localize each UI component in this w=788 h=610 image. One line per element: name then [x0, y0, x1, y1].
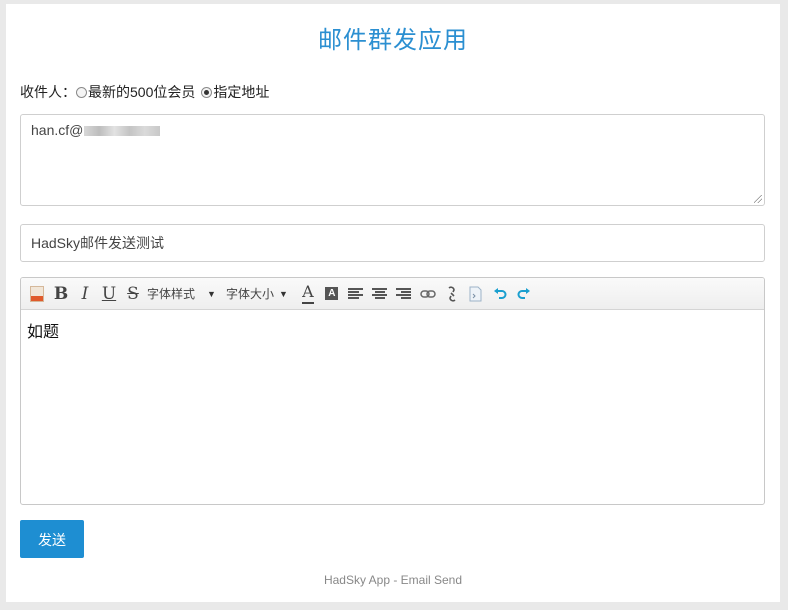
undo-button[interactable]: [490, 283, 510, 305]
redo-button[interactable]: [514, 283, 534, 305]
resize-handle-icon[interactable]: [754, 195, 762, 203]
footer-text: HadSky App - Email Send: [323, 573, 463, 587]
radio-specified-address-label[interactable]: 指定地址: [213, 82, 269, 102]
undo-icon: [493, 287, 507, 299]
bold-button[interactable]: B: [51, 283, 71, 305]
chevron-down-icon: ▼: [278, 288, 288, 299]
radio-specified-address[interactable]: [201, 86, 213, 98]
insert-code-button[interactable]: [466, 283, 486, 305]
redacted-email-blur: [84, 126, 161, 137]
subject-input[interactable]: HadSky邮件发送测试: [20, 224, 765, 262]
background-color-icon: A: [325, 287, 339, 300]
align-right-icon: [396, 287, 412, 300]
align-left-button[interactable]: [346, 283, 366, 305]
italic-button[interactable]: I: [75, 283, 95, 305]
underline-button[interactable]: U: [99, 283, 119, 305]
font-style-select[interactable]: 字体样式 ▼: [147, 285, 216, 302]
unlink-button[interactable]: [442, 283, 462, 305]
html-source-button[interactable]: [27, 283, 47, 305]
unlink-icon: [448, 285, 456, 302]
align-left-icon: [348, 287, 364, 300]
link-icon: [420, 289, 436, 298]
insert-link-button[interactable]: [418, 283, 438, 305]
recipient-selector: 收件人： 最新的500位会员 指定地址: [20, 82, 269, 102]
font-size-select[interactable]: 字体大小 ▼: [226, 285, 288, 302]
align-right-button[interactable]: [394, 283, 414, 305]
font-style-label: 字体样式: [147, 287, 196, 301]
main-panel: 邮件群发应用 收件人： 最新的500位会员 指定地址 han.cf@ HadSk…: [6, 4, 780, 602]
page-title: 邮件群发应用: [318, 27, 468, 54]
align-center-icon: [372, 287, 388, 300]
redo-icon: [517, 287, 530, 299]
recipient-address-value: han.cf@: [31, 122, 84, 138]
background-color-button[interactable]: A: [322, 283, 342, 305]
radio-latest-members[interactable]: [76, 86, 87, 98]
chevron-down-icon: ▼: [207, 288, 216, 299]
code-file-icon: [469, 286, 482, 301]
font-color-icon: A: [302, 283, 314, 304]
radio-latest-members-label[interactable]: 最新的500位会员: [88, 82, 195, 102]
font-color-button[interactable]: A: [298, 283, 318, 305]
recipient-label: 收件人：: [20, 84, 76, 100]
html-icon: [30, 285, 44, 302]
recipient-address-textarea[interactable]: han.cf@: [20, 114, 765, 206]
send-button[interactable]: 发送: [20, 520, 84, 558]
font-size-label: 字体大小: [225, 287, 274, 301]
rich-text-editor: B I U S 字体样式 ▼ 字体大小 ▼ A A 如题: [20, 277, 765, 505]
align-center-button[interactable]: [370, 283, 390, 305]
editor-content[interactable]: 如题: [21, 310, 764, 350]
editor-toolbar: B I U S 字体样式 ▼ 字体大小 ▼ A A: [21, 278, 764, 310]
strikethrough-button[interactable]: S: [123, 283, 143, 305]
